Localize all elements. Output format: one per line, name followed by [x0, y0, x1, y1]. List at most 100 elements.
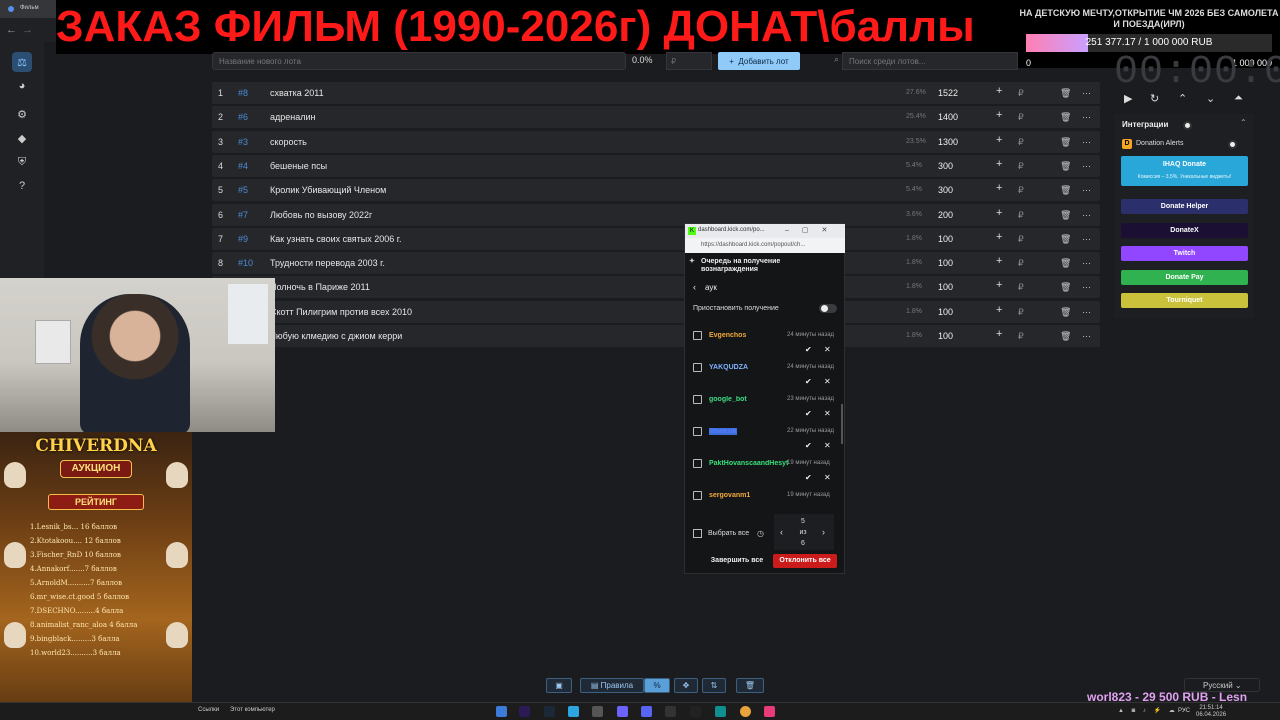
browser-tab[interactable]: Фильм: [0, 0, 60, 18]
trash-icon[interactable]: 🗑: [1060, 112, 1071, 123]
trash-icon[interactable]: 🗑: [1060, 88, 1071, 99]
redeemer-name[interactable]: google_bot: [709, 396, 747, 403]
redemption-checkbox[interactable]: [693, 491, 702, 500]
lot-title[interactable]: схватка 2011: [270, 88, 324, 98]
lot-title[interactable]: Трудности перевода 2003 г.: [270, 258, 385, 268]
more-icon[interactable]: ···: [1082, 88, 1091, 98]
lot-row[interactable]: 8 #10 Трудности перевода 2003 г. 1.8% 100 + ₽ 🗑…: [212, 252, 1100, 275]
add-lot-button[interactable]: + Добавить лот: [718, 52, 800, 70]
redeemer-name[interactable]: ilmaksik: [709, 428, 737, 435]
next-page-icon[interactable]: ›: [822, 527, 825, 537]
chrome-icon[interactable]: [740, 706, 751, 717]
redemption-checkbox[interactable]: [693, 363, 702, 372]
close-icon[interactable]: ✕: [824, 473, 831, 482]
integrations-toggle[interactable]: [1183, 121, 1192, 130]
reset-icon[interactable]: ↻: [1150, 92, 1159, 105]
lot-sum[interactable]: 100: [938, 258, 953, 268]
lot-add-amount-button[interactable]: +: [996, 231, 1002, 243]
lot-row[interactable]: 7 #9 Как узнать своих святых 2006 г. 1.8% 10…: [212, 227, 1100, 250]
lot-sum[interactable]: 100: [938, 282, 953, 292]
redeemer-name[interactable]: PaktHovanscaandHesyt: [709, 460, 788, 467]
lot-row[interactable]: 1 #8 схватка 2011 27.6% 1522 + ₽ 🗑 ···: [212, 82, 1100, 104]
close-icon[interactable]: ✕: [824, 345, 831, 354]
check-icon[interactable]: ✔: [805, 441, 812, 450]
service-button[interactable]: Twitch: [1121, 246, 1248, 261]
service-button[interactable]: DonateX: [1121, 222, 1248, 238]
check-icon[interactable]: ✔: [805, 409, 812, 418]
trash-icon[interactable]: 🗑: [1060, 210, 1071, 221]
auction-icon[interactable]: ⚖: [12, 52, 32, 72]
lot-sum[interactable]: 100: [938, 234, 953, 244]
new-lot-name-input[interactable]: Название нового лота: [212, 52, 626, 70]
ihaq-donate-button[interactable]: IHAQ Donate Комиссия – 3,5%. Уникальные в…: [1121, 156, 1248, 186]
redemption-checkbox[interactable]: [693, 459, 702, 468]
lot-sum[interactable]: 1522: [938, 88, 958, 98]
donation-alerts-toggle[interactable]: [1228, 140, 1237, 149]
new-lot-amount-input[interactable]: ₽: [666, 52, 712, 70]
popup-url-bar[interactable]: https://dashboard.kick.com/popout/ch...: [685, 238, 845, 253]
more-icon[interactable]: ···: [1082, 234, 1091, 244]
vpn-icon[interactable]: [617, 706, 628, 717]
settings-icon[interactable]: [592, 706, 603, 717]
redemption-checkbox[interactable]: [693, 395, 702, 404]
pause-redemptions-toggle[interactable]: [819, 304, 837, 313]
add-time-icon[interactable]: ⌃: [1178, 92, 1187, 105]
app-icon[interactable]: [690, 706, 701, 717]
lot-sum[interactable]: 1300: [938, 137, 958, 147]
service-button[interactable]: Donate Helper: [1121, 199, 1248, 214]
trash-icon[interactable]: 🗑: [1060, 234, 1071, 245]
lot-add-amount-button[interactable]: +: [996, 182, 1002, 194]
close-icon[interactable]: ✕: [824, 409, 831, 418]
lot-add-amount-button[interactable]: +: [996, 304, 1002, 316]
lot-title[interactable]: Кролик Убивающий Членом: [270, 185, 386, 195]
windows-start-icon[interactable]: [496, 706, 507, 717]
lot-sum[interactable]: 100: [938, 307, 953, 317]
lot-row[interactable]: 6 #7 Любовь по вызову 2022г 3.6% 200 + ₽ 🗑 ···: [212, 203, 1100, 226]
lot-title[interactable]: скорость: [270, 137, 307, 147]
prev-page-icon[interactable]: ‹: [780, 527, 783, 537]
edge-icon[interactable]: [715, 706, 726, 717]
play-icon[interactable]: ▶: [1124, 92, 1132, 105]
discord-icon[interactable]: [641, 706, 652, 717]
save-icon[interactable]: ▣: [546, 678, 572, 693]
check-icon[interactable]: ✔: [805, 377, 812, 386]
lot-title[interactable]: Полночь в Париже 2011: [270, 282, 370, 292]
lot-add-amount-button[interactable]: +: [996, 255, 1002, 267]
layers-icon[interactable]: ◆: [12, 128, 32, 148]
trash-icon[interactable]: 🗑: [1060, 258, 1071, 269]
lot-row[interactable]: 4 #4 бешеные псы 5.4% 300 + ₽ 🗑 ···: [212, 154, 1100, 177]
lot-row[interactable]: 5 #5 Кролик Убивающий Членом 5.4% 300 + ₽ 🗑 ···: [212, 179, 1100, 202]
complete-all-button[interactable]: Завершить все: [709, 554, 765, 568]
lot-row[interactable]: Скотт Пилигрим против всех 2010 1.8% 100 + ₽…: [212, 300, 1100, 323]
premiere-icon[interactable]: [519, 706, 530, 717]
service-button[interactable]: Donate Pay: [1121, 269, 1248, 285]
trash-icon[interactable]: 🗑: [1060, 331, 1071, 342]
obs-icon[interactable]: [665, 706, 676, 717]
back-arrow-icon[interactable]: ←: [6, 24, 17, 36]
check-icon[interactable]: ✔: [805, 473, 812, 482]
telegram-icon[interactable]: [568, 706, 579, 717]
more-icon[interactable]: ···: [1082, 112, 1091, 122]
taskbar-links[interactable]: Ссылки: [198, 707, 219, 713]
taskbar-this-pc[interactable]: Этот компьютер: [230, 707, 275, 713]
search-lots-input[interactable]: Поиск среди лотов...: [842, 52, 1018, 70]
lot-sum[interactable]: 200: [938, 210, 953, 220]
input-language[interactable]: РУС: [1178, 708, 1190, 714]
lot-title[interactable]: Любую клмедию с джиом керри: [270, 331, 402, 341]
trash-icon[interactable]: 🗑: [1060, 161, 1071, 172]
lot-row[interactable]: Полночь в Париже 2011 1.8% 100 + ₽ 🗑 ···: [212, 276, 1100, 299]
rules-button[interactable]: ▤ Правила: [580, 678, 644, 693]
lot-row[interactable]: 3 #3 скорость 23.5% 1300 + ₽ 🗑 ···: [212, 130, 1100, 153]
more-icon[interactable]: ···: [1082, 137, 1091, 147]
more-icon[interactable]: ···: [1082, 161, 1091, 171]
sort-icon[interactable]: ⇅: [702, 678, 726, 693]
redeemer-name[interactable]: sergovanm1: [709, 492, 750, 499]
popup-window-controls[interactable]: –▢✕: [785, 226, 840, 234]
lot-sum[interactable]: 1400: [938, 112, 958, 122]
lot-title[interactable]: Как узнать своих святых 2006 г.: [270, 234, 401, 244]
lot-add-amount-button[interactable]: +: [996, 109, 1002, 121]
lot-title[interactable]: бешеные псы: [270, 161, 327, 171]
lot-row[interactable]: 2 #6 адреналин 25.4% 1400 + ₽ 🗑 ···: [212, 106, 1100, 129]
redeemer-name[interactable]: YAKQUDZA: [709, 364, 748, 371]
trash-icon[interactable]: 🗑: [1060, 282, 1071, 293]
